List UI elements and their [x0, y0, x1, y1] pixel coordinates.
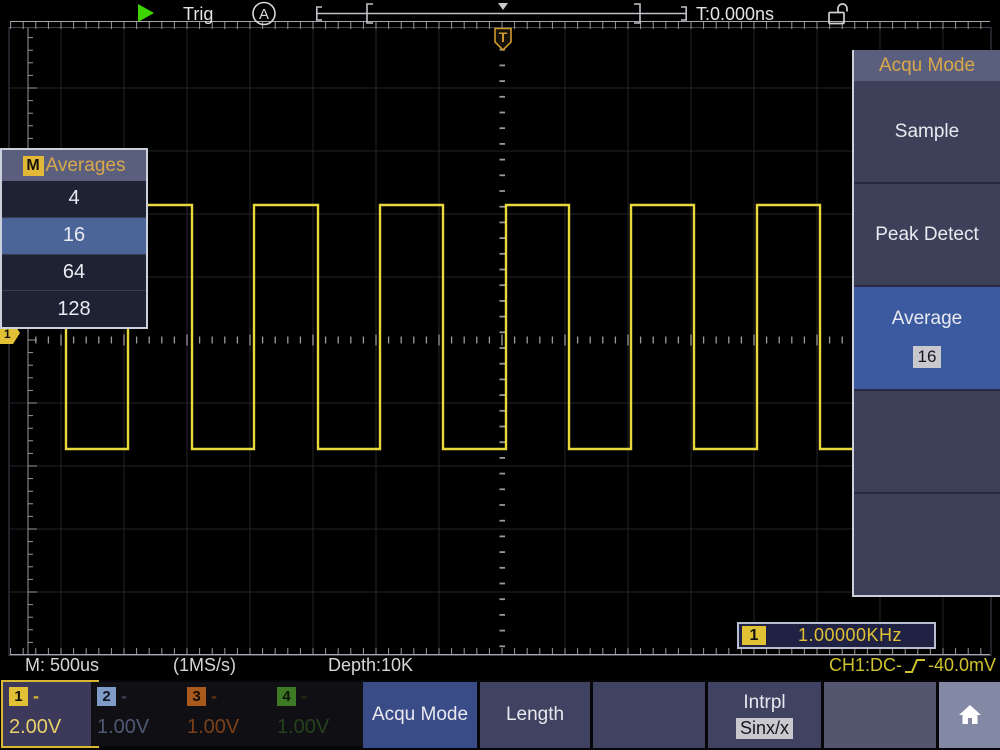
acqu-mode-menu-title: Acqu Mode [854, 50, 1000, 81]
channel-4-scale: 1.00V [277, 716, 365, 739]
channel-2-block[interactable]: 2 - 1.00V [91, 682, 185, 746]
channel-2-coupling: - [121, 686, 127, 707]
average-label: Average [892, 308, 962, 330]
channel-3-block[interactable]: 3 - 1.00V [181, 682, 275, 746]
channel-3-badge: 3 [187, 687, 206, 706]
softkey-empty-1[interactable] [593, 682, 705, 748]
ch1-waveform-trace [10, 205, 990, 449]
trigger-level-text: -40.0mV [928, 655, 996, 676]
softkey-empty-2[interactable] [824, 682, 936, 748]
averages-popup: M Averages 4 16 64 128 [0, 148, 148, 329]
home-button[interactable] [939, 682, 1000, 748]
menu-item-average[interactable]: Average 16 [854, 285, 1000, 388]
auto-trigger-letter: A [259, 6, 269, 23]
frequency-counter: 1 1.00000KHz [737, 622, 936, 649]
menu-item-sample[interactable]: Sample [854, 81, 1000, 182]
channel-2-scale: 1.00V [97, 716, 185, 739]
averages-option-4[interactable]: 4 [2, 181, 146, 217]
channel-1-coupling: - [33, 686, 39, 707]
peak-detect-label: Peak Detect [875, 224, 979, 246]
averages-popup-title: Averages [46, 155, 126, 177]
softkey-intrpl-value: Sinx/x [736, 718, 793, 739]
svg-text:1: 1 [4, 327, 11, 341]
bottom-bar: 1 - 2.00V 2 - 1.00V 3 - 1.00V 4 - 1.00V [0, 680, 1000, 750]
averages-option-128[interactable]: 128 [2, 290, 146, 327]
trig-status-label: Trig [183, 2, 213, 26]
trigger-source-text: CH1:DC- [829, 655, 902, 676]
memory-position-triangle-icon [498, 3, 508, 10]
home-icon [956, 702, 984, 728]
softkey-intrpl[interactable]: Intrpl Sinx/x [708, 682, 821, 748]
channel-4-badge: 4 [277, 687, 296, 706]
menu-item-peak-detect[interactable]: Peak Detect [854, 182, 1000, 285]
channel-4-coupling: - [301, 686, 307, 707]
averages-popup-header: M Averages [2, 150, 146, 181]
trigger-readout: CH1:DC- -40.0mV [829, 655, 996, 676]
timebase-readout: M: 500us [25, 655, 99, 676]
softkey-length[interactable]: Length [480, 682, 590, 748]
softkey-length-label: Length [506, 704, 564, 726]
channel-1-scale: 2.00V [9, 716, 97, 739]
menu-item-empty-2[interactable] [854, 492, 1000, 595]
sample-rate-readout: (1MS/s) [173, 655, 236, 676]
freq-counter-channel-badge: 1 [742, 626, 766, 645]
topbar-icons: A [0, 0, 1000, 28]
softkey-acqu-mode[interactable]: Acqu Mode [363, 682, 477, 748]
rising-edge-icon [904, 656, 926, 676]
average-count-value: 16 [913, 346, 942, 368]
channel-1-block[interactable]: 1 - 2.00V [1, 680, 99, 748]
menu-item-empty-1[interactable] [854, 389, 1000, 492]
channel-4-block[interactable]: 4 - 1.00V [271, 682, 365, 746]
oscilloscope-screen: 1 T A Trig T:0.000ns 1 1.00000KHz M: 500… [0, 0, 1000, 750]
run-play-icon [138, 4, 154, 22]
freq-counter-value: 1.00000KHz [766, 625, 934, 646]
averages-option-16[interactable]: 16 [2, 217, 146, 254]
unlocked-padlock-icon [829, 4, 847, 24]
averages-option-64[interactable]: 64 [2, 254, 146, 291]
m-knob-badge: M [23, 156, 44, 176]
channel-3-coupling: - [211, 686, 217, 707]
svg-text:T: T [499, 29, 508, 45]
softkey-intrpl-label: Intrpl [743, 692, 785, 714]
trigger-time-offset: T:0.000ns [696, 2, 774, 26]
channel-1-badge: 1 [9, 687, 28, 706]
channel-2-badge: 2 [97, 687, 116, 706]
softkey-acqu-mode-label: Acqu Mode [372, 704, 468, 726]
acqu-mode-menu: Acqu Mode Sample Peak Detect Average 16 [852, 50, 1000, 597]
channel-3-scale: 1.00V [187, 716, 275, 739]
sample-label: Sample [895, 121, 959, 143]
record-depth-readout: Depth:10K [328, 655, 413, 676]
trigger-position-marker-icon: T [495, 29, 511, 51]
graticule-border [9, 28, 991, 656]
